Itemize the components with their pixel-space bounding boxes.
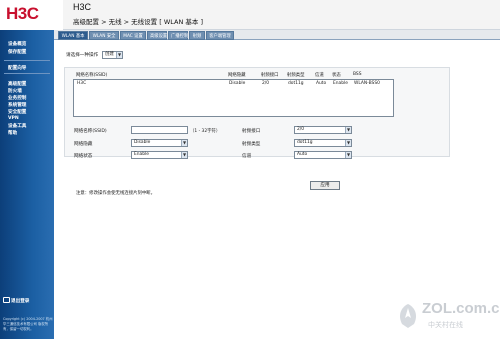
main-panel: 请选择一种操作 创建 ▼ 网络名称(SSID) 网络隐藏 射频接口 射频类型 信… [54, 41, 500, 339]
operation-label: 请选择一种操作 [66, 53, 99, 58]
logout-label: 退出登录 [11, 299, 30, 304]
operation-select-value: 创建 [105, 52, 114, 57]
sidebar-item-firewall[interactable]: 防火墙 [8, 88, 22, 94]
radio-type-label: 射频类型 [242, 142, 261, 147]
note-text: 注意：修改操作会使无线连接片刻中断。 [76, 191, 156, 196]
tab-client-management[interactable]: 客户端管理 [206, 31, 234, 40]
status-select-value: Enable [134, 152, 149, 157]
hide-select-value: Disable [134, 140, 151, 145]
column-header-ssid: 网络名称(SSID) [76, 73, 108, 78]
hide-select[interactable]: Disable ▼ [131, 139, 188, 147]
tab-wlan-basic[interactable]: WLAN 基本 [58, 31, 88, 40]
chevron-down-icon: ▼ [181, 152, 187, 158]
sidebar-item-system-management[interactable]: 系统管理 [8, 102, 26, 108]
column-header-radio-type: 射频类型 [287, 73, 305, 78]
tab-advanced[interactable]: 高级设置 [147, 31, 167, 40]
column-header-status: 状态 [332, 73, 341, 78]
table-row[interactable]: H3C Disable 2/0 dot11g Auto Enable WLAN-… [74, 80, 393, 88]
radio-type-select-value: dot11g [297, 140, 313, 145]
hide-label: 网络隐藏 [74, 142, 93, 147]
sidebar-item-config-wizard[interactable]: 配置向导 [8, 65, 26, 71]
ssid-input[interactable] [131, 126, 188, 134]
interface-select[interactable]: 2/0 ▼ [294, 126, 352, 134]
chevron-down-icon: ▼ [116, 52, 122, 58]
brand-title: H3C [73, 2, 92, 12]
tab-bar: WLAN 基本 WLAN 安全 MAC 设置 高级设置 广播控制 射频 客户端管… [54, 30, 500, 40]
chevron-down-icon: ▼ [345, 127, 351, 133]
ssid-label: 网络名称(SSID) [74, 129, 107, 134]
status-label: 网络状态 [74, 154, 93, 159]
tab-wlan-security[interactable]: WLAN 安全 [89, 31, 119, 40]
channel-select-value: Auto [297, 152, 308, 157]
tab-mac-settings[interactable]: MAC 设置 [120, 31, 146, 40]
logout-link[interactable]: 退出登录 [3, 297, 30, 304]
sidebar-divider [4, 73, 50, 74]
tab-broadcast-control[interactable]: 广播控制 [168, 31, 188, 40]
chevron-down-icon: ▼ [345, 140, 351, 146]
sidebar-item-device-overview[interactable]: 设备概览 [8, 41, 26, 47]
zol-logo-icon [400, 304, 416, 328]
cell-channel: Auto [316, 81, 327, 86]
sidebar-item-vpn[interactable]: VPN [8, 116, 19, 121]
copyright-text: Copyright (c) 2004-2007 杭州华三通信技术有限公司 版权所… [3, 317, 53, 331]
h3c-logo: H3C [0, 0, 63, 30]
sidebar-item-help[interactable]: 帮助 [8, 130, 17, 136]
zol-watermark: ZOL.com.cn 中关村在线 [392, 298, 500, 336]
cell-radio-type: dot11g [288, 81, 304, 86]
wlan-list-box[interactable]: H3C Disable 2/0 dot11g Auto Enable WLAN-… [73, 79, 394, 117]
cell-hidden: Disable [229, 81, 246, 86]
interface-select-value: 2/0 [297, 127, 305, 132]
status-select[interactable]: Enable ▼ [131, 151, 188, 159]
tab-radio[interactable]: 射频 [189, 31, 205, 40]
radio-type-select[interactable]: dot11g ▼ [294, 139, 352, 147]
operation-select[interactable]: 创建 ▼ [102, 51, 123, 59]
cell-bss: WLAN-BSS0 [354, 81, 380, 86]
top-banner: H3C H3C 高级配置 > 无线 > 无线设置 [ WLAN 基本 ] [0, 0, 500, 30]
column-header-bss: BSS [353, 72, 362, 77]
chevron-down-icon: ▼ [345, 152, 351, 158]
breadcrumb: 高级配置 > 无线 > 无线设置 [ WLAN 基本 ] [73, 18, 203, 26]
apply-button[interactable]: 应用 [310, 181, 340, 190]
chevron-down-icon: ▼ [181, 140, 187, 146]
column-header-channel: 信道 [315, 73, 324, 78]
logout-icon [3, 297, 10, 303]
sidebar-item-advanced-config[interactable]: 高级配置 [8, 81, 26, 87]
sidebar-item-save-config[interactable]: 保存配置 [8, 49, 26, 55]
sidebar-item-device-tools[interactable]: 设备工具 [8, 123, 26, 129]
sidebar-item-service-control[interactable]: 业务控制 [8, 95, 26, 101]
watermark-cn: 中关村在线 [428, 321, 463, 329]
logo-text: H3C [6, 4, 39, 23]
sidebar-item-security-config[interactable]: 安全配置 [8, 109, 26, 115]
sidebar-divider [4, 60, 50, 61]
ssid-hint: （1 - 32字符） [190, 129, 221, 134]
column-header-interface: 射频接口 [261, 73, 279, 78]
column-header-hidden: 网络隐藏 [228, 73, 246, 78]
watermark-site: ZOL.com.cn [422, 300, 500, 317]
interface-label: 射频接口 [242, 129, 261, 134]
sidebar: 设备概览 保存配置 配置向导 高级配置 防火墙 业务控制 系统管理 安全配置 V… [0, 30, 54, 339]
channel-select[interactable]: Auto ▼ [294, 151, 352, 159]
cell-ssid: H3C [77, 81, 87, 86]
cell-interface: 2/0 [262, 81, 270, 86]
channel-label: 信道 [242, 154, 252, 159]
cell-status: Enable [333, 81, 348, 86]
